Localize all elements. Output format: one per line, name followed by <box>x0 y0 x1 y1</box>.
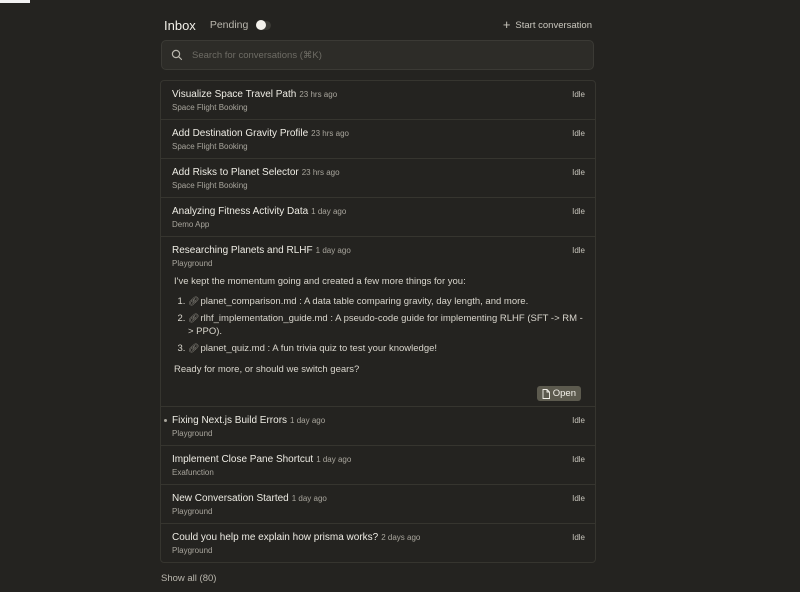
conversation-project: Playground <box>172 507 213 516</box>
conversation-list: Visualize Space Travel Path 23 hrs ago Sp… <box>160 80 596 563</box>
conversation-title: Add Risks to Planet Selector <box>172 167 299 178</box>
conversation-title: Researching Planets and RLHF <box>172 245 313 256</box>
conversation-time: 2 days ago <box>381 533 421 542</box>
link-icon: 🔗︎ <box>188 296 200 306</box>
conversation-title: Implement Close Pane Shortcut <box>172 454 314 465</box>
conversation-item[interactable]: New Conversation Started 1 day ago Playgr… <box>161 485 595 524</box>
conversation-item[interactable]: Analyzing Fitness Activity Data 1 day ago… <box>161 198 595 237</box>
message-intro: I've kept the momentum going and created… <box>174 276 466 287</box>
file-link[interactable]: rlhf_implementation_guide.md <box>200 313 327 324</box>
show-all-link[interactable]: Show all (80) <box>161 573 216 584</box>
pending-label: Pending <box>209 19 249 31</box>
search-icon <box>171 49 183 61</box>
conversation-title: Fixing Next.js Build Errors <box>172 415 288 426</box>
open-button[interactable]: Open <box>536 386 581 401</box>
conversation-item[interactable]: Visualize Space Travel Path 23 hrs ago Sp… <box>161 81 595 120</box>
pending-toggle[interactable] <box>256 20 272 30</box>
file-description: : A data table comparing gravity, day le… <box>299 296 529 307</box>
file-list: 🔗︎planet_comparison.md : A data table co… <box>174 295 583 355</box>
conversation-item[interactable]: Add Destination Gravity Profile 23 hrs ag… <box>161 120 595 159</box>
conversation-item-expanded[interactable]: Researching Planets and RLHF 1 day ago Pl… <box>161 237 595 407</box>
conversation-title: Visualize Space Travel Path <box>172 89 297 100</box>
toggle-knob <box>256 20 267 30</box>
plus-icon: + <box>502 17 511 32</box>
conversation-project: Playground <box>172 546 213 555</box>
link-icon: 🔗︎ <box>188 343 200 353</box>
start-conversation-button[interactable]: + Start conversation <box>502 17 596 32</box>
conversation-time: 1 day ago <box>311 207 347 216</box>
search-bar <box>161 40 594 70</box>
conversation-project: Exafunction <box>172 468 214 477</box>
conversation-title: Add Destination Gravity Profile <box>172 128 309 139</box>
page-title: Inbox <box>164 17 196 33</box>
conversation-time: 1 day ago <box>291 494 327 503</box>
conversation-time: 23 hrs ago <box>311 129 349 138</box>
conversation-project: Space Flight Booking <box>172 103 248 112</box>
file-description: : A fun trivia quiz to test your knowled… <box>267 343 438 354</box>
conversation-title: New Conversation Started <box>172 493 289 504</box>
status-label: Idle <box>572 494 585 503</box>
message-outro: Ready for more, or should we switch gear… <box>174 364 360 375</box>
start-conversation-label: Start conversation <box>515 19 592 31</box>
inbox-header: Inbox Pending + Start conversation <box>164 16 596 34</box>
document-icon <box>542 388 550 399</box>
unread-dot <box>164 419 167 422</box>
status-label: Idle <box>572 168 585 177</box>
corner-mark <box>0 0 30 3</box>
conversation-preview: I've kept the momentum going and created… <box>172 275 585 406</box>
file-list-item: 🔗︎rlhf_implementation_guide.md : A pseud… <box>188 312 583 338</box>
conversation-project: Playground <box>172 259 213 268</box>
status-label: Idle <box>572 246 585 255</box>
inbox-panel: Inbox Pending + Start conversation Visua… <box>160 0 596 592</box>
conversation-project: Playground <box>172 429 213 438</box>
conversation-project: Demo App <box>172 220 210 229</box>
status-label: Idle <box>572 533 585 542</box>
status-label: Idle <box>572 416 585 425</box>
link-icon: 🔗︎ <box>188 313 200 323</box>
conversation-time: 1 day ago <box>315 246 351 255</box>
status-label: Idle <box>572 129 585 138</box>
file-link[interactable]: planet_comparison.md <box>200 296 296 307</box>
search-input[interactable] <box>190 48 574 62</box>
conversation-title: Analyzing Fitness Activity Data <box>172 206 309 217</box>
conversation-time: 1 day ago <box>290 416 326 425</box>
conversation-time: 23 hrs ago <box>301 168 340 177</box>
conversation-item[interactable]: Could you help me explain how prisma wor… <box>161 524 595 562</box>
file-list-item: 🔗︎planet_quiz.md : A fun trivia quiz to … <box>188 342 583 355</box>
conversation-title: Could you help me explain how prisma wor… <box>172 532 379 543</box>
conversation-project: Space Flight Booking <box>172 181 248 190</box>
conversation-time: 23 hrs ago <box>299 90 338 99</box>
conversation-item[interactable]: Implement Close Pane Shortcut 1 day ago E… <box>161 446 595 485</box>
file-list-item: 🔗︎planet_comparison.md : A data table co… <box>188 295 583 308</box>
file-link[interactable]: planet_quiz.md <box>200 343 264 354</box>
status-label: Idle <box>572 90 585 99</box>
conversation-item[interactable]: Add Risks to Planet Selector 23 hrs ago S… <box>161 159 595 198</box>
conversation-project: Space Flight Booking <box>172 142 248 151</box>
conversation-item[interactable]: Fixing Next.js Build Errors 1 day ago Pla… <box>161 407 595 446</box>
status-label: Idle <box>572 207 585 216</box>
open-label: Open <box>552 388 576 399</box>
conversation-time: 1 day ago <box>316 455 352 464</box>
status-label: Idle <box>572 455 585 464</box>
